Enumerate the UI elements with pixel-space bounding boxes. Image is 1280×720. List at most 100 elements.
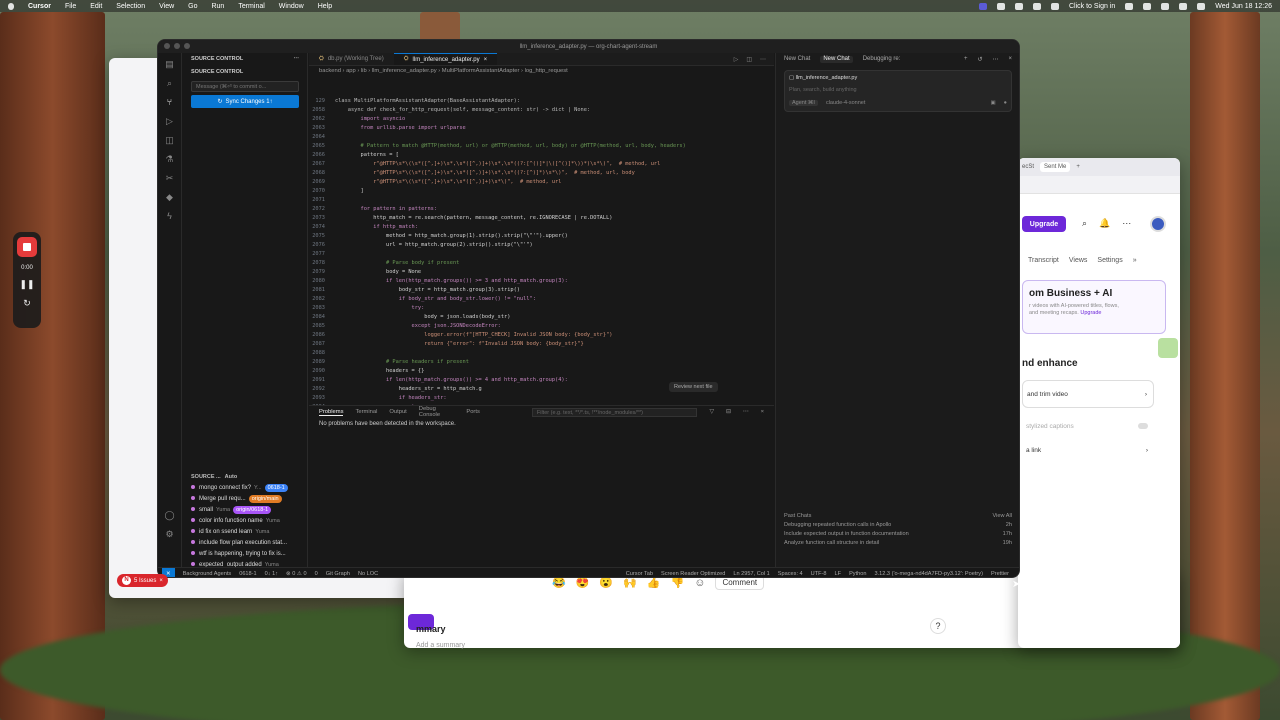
run-icon[interactable]: ▷ [734, 56, 739, 63]
edit-trim-video-item[interactable]: and trim video › [1022, 380, 1154, 408]
git-graph-status[interactable]: Git Graph [326, 571, 350, 577]
branch-status[interactable]: 0618-1 [239, 571, 256, 577]
bell-icon[interactable]: 🔔 [1099, 218, 1110, 229]
close-icon[interactable]: × [159, 578, 163, 584]
extensions-icon[interactable]: ◫ [165, 135, 175, 145]
tab-problems[interactable]: Problems [319, 409, 344, 416]
code-line[interactable]: 2072 for pattern in patterns: [309, 205, 774, 214]
gear-icon[interactable]: ⚙ [165, 529, 175, 539]
menubar-item-help[interactable]: Help [318, 3, 332, 10]
search-icon[interactable] [1179, 2, 1188, 10]
status-item[interactable]: Spaces: 4 [778, 571, 803, 577]
code-line[interactable]: 2076 url = http_match.group(2).strip().s… [309, 241, 774, 250]
tab-terminal[interactable]: Terminal [355, 409, 377, 415]
code-line[interactable]: 2071 [309, 196, 774, 205]
menubar-sign-in-status[interactable]: Click to Sign in [1069, 3, 1115, 10]
chat-tab[interactable]: New Chat [784, 56, 810, 63]
tab-settings[interactable]: Settings [1097, 257, 1122, 264]
menubar-item-go[interactable]: Go [188, 3, 197, 10]
menubar-clock[interactable]: Wed Jun 18 12:26 [1215, 3, 1272, 10]
more-icon[interactable]: ⋯ [992, 56, 998, 63]
captions-toggle[interactable] [1138, 423, 1148, 429]
agent-mode-dropdown[interactable]: Agent ⌘I [789, 100, 818, 106]
status-item[interactable]: Cursor Tab [626, 571, 653, 577]
add-link-item[interactable]: a link › [1022, 436, 1154, 464]
add-emoji-icon[interactable]: ☺ [694, 577, 705, 589]
close-icon[interactable]: × [1008, 56, 1012, 63]
more-icon[interactable]: ⋯ [760, 56, 766, 63]
wifi-icon[interactable] [1143, 2, 1152, 10]
tab-transcript[interactable]: Transcript [1028, 257, 1059, 264]
close-tab-icon[interactable]: × [484, 57, 488, 63]
chat-tab[interactable]: Debugging re: [863, 56, 901, 63]
loc-status[interactable]: No LOC [358, 571, 378, 577]
tab-views[interactable]: Views [1069, 257, 1088, 264]
status-item[interactable]: LF [835, 571, 842, 577]
lock-icon[interactable] [1125, 2, 1134, 10]
past-chat-item[interactable]: Analyze function call structure in detai… [784, 540, 1012, 549]
control-center-icon[interactable] [1197, 2, 1206, 10]
code-line[interactable]: 2083 try: [309, 304, 774, 313]
menubar-item-edit[interactable]: Edit [90, 3, 102, 10]
upgrade-button[interactable]: Upgrade [1022, 216, 1066, 232]
explorer-icon[interactable]: ▤ [165, 59, 175, 69]
promo-upgrade-link[interactable]: Upgrade [1080, 310, 1101, 316]
menubar-app-name[interactable]: Cursor [28, 3, 51, 10]
code-line[interactable]: 2084 body = json.loads(body_str) [309, 313, 774, 322]
tab-llm-inference-adapter[interactable]: ⛭ llm_inference_adapter.py × [393, 53, 498, 65]
pause-icon[interactable]: ❚❚ [19, 279, 34, 290]
code-line[interactable]: 2089 # Parse headers if present [309, 358, 774, 367]
code-line[interactable]: 2077 [309, 250, 774, 259]
code-line[interactable]: 2058 async def check_for_http_request(se… [309, 106, 774, 115]
branch-chip[interactable]: 0618-1 [264, 483, 288, 492]
status-item[interactable]: UTF-8 [811, 571, 827, 577]
new-chat-icon[interactable]: + [964, 56, 968, 63]
more-actions-icon[interactable]: ⋯ [294, 56, 300, 63]
menubar-item-window[interactable]: Window [279, 3, 304, 10]
status-item[interactable]: Screen Reader Optimized [661, 571, 725, 577]
code-line[interactable]: 2078 # Parse body if present [309, 259, 774, 268]
code-line[interactable]: 2066 patterns = [ [309, 151, 774, 160]
stop-recording-button[interactable] [17, 237, 37, 257]
chat-input-box[interactable]: ▢ llm_inference_adapter.py Plan, search,… [784, 70, 1012, 112]
tab-db-py[interactable]: ⛭ db.py (Working Tree) [309, 53, 394, 65]
account-icon[interactable]: ◯ [165, 510, 175, 520]
display-icon[interactable] [997, 2, 1005, 10]
more-icon[interactable]: ⋯ [1122, 218, 1131, 229]
tab-debug-console[interactable]: Debug Console [419, 406, 455, 418]
problems-status[interactable]: ⊗ 0 ⚠ 0 [286, 571, 307, 577]
zoom-window-icon[interactable] [184, 43, 190, 49]
cursor-editor-window[interactable]: llm_inference_adapter.py — org-chart-age… [157, 39, 1020, 578]
code-line[interactable]: 2082 if body_str and body_str.lower() !=… [309, 295, 774, 304]
status-item[interactable]: Prettier [991, 571, 1009, 577]
code-line[interactable]: 2070 ] [309, 187, 774, 196]
code-line[interactable]: 2090 headers = {} [309, 367, 774, 376]
menubar-item-view[interactable]: View [159, 3, 174, 10]
browser-tab[interactable]: ecSt [1022, 164, 1034, 170]
warnings-status[interactable]: 0 [315, 571, 318, 577]
extension-icon[interactable] [1051, 2, 1059, 10]
branch-chip[interactable]: origin/0618-1 [233, 505, 272, 514]
status-item[interactable]: Ln 2957, Col 1 [733, 571, 769, 577]
commit-row[interactable]: include flow plan execution stat... [183, 537, 308, 548]
commit-row[interactable]: wtf is happening, trying to fix is... [183, 548, 308, 559]
help-button[interactable]: ? [930, 618, 946, 634]
commit-row[interactable]: mongo connect fix? Y... 0618-1 [183, 482, 308, 493]
context-file-chip[interactable]: ▢ llm_inference_adapter.py [789, 75, 1007, 81]
upgrade-promo-card[interactable]: om Business + AI r videos with AI-powere… [1022, 280, 1166, 334]
commit-row[interactable]: Merge pull requ... origin/main [183, 493, 308, 504]
settings-icon[interactable] [1033, 2, 1041, 10]
issues-badge[interactable]: N 5 Issues × [117, 574, 168, 587]
battery-icon[interactable] [1161, 2, 1170, 10]
code-line[interactable]: 2062 import asyncio [309, 115, 774, 124]
sync-status[interactable]: 0↓ 1↑ [265, 571, 278, 577]
code-line[interactable]: 2068 r"@HTTP\s*\(\s*([^,]+)\s*,\s*([^,)]… [309, 169, 774, 178]
breadcrumb[interactable]: backend › app › lib › llm_inference_adap… [309, 66, 774, 76]
screen-record-icon[interactable] [979, 2, 987, 10]
sparkle-icon[interactable] [1158, 338, 1178, 358]
commit-row[interactable]: id fix on ssend learn Yuma [183, 526, 308, 537]
code-editor[interactable]: 129 class MultiPlatformAssistantAdapter(B… [309, 97, 774, 405]
send-icon[interactable]: ● [1004, 100, 1007, 106]
past-chat-item[interactable]: Include expected output in function docu… [784, 531, 1012, 540]
source-control-icon[interactable]: ⑂ [165, 97, 175, 107]
